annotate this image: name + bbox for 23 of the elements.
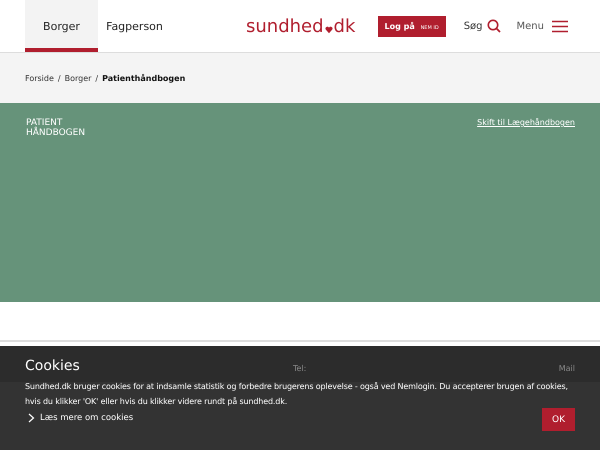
breadcrumb-link[interactable]: Patienthåndbogen: [102, 74, 186, 82]
hero-title: PATIENT: [26, 118, 62, 128]
menu-link[interactable]: Menu: [516, 20, 544, 32]
footer-label: Mail: [558, 364, 575, 372]
search-link[interactable]: Søg: [464, 20, 483, 32]
logo-text: dk: [334, 16, 356, 36]
menu-icon[interactable]: [552, 20, 568, 32]
cookie-title: Cookies: [25, 358, 80, 374]
search-icon[interactable]: [486, 19, 501, 33]
breadcrumb-link[interactable]: Borger: [64, 74, 92, 82]
breadcrumb-link[interactable]: Forside: [25, 74, 54, 82]
hero-title: HÅNDBOGEN: [26, 128, 86, 138]
chevron-right-icon: [28, 413, 35, 423]
breadcrumb-separator: /: [95, 74, 98, 82]
logo-text: sundhed: [246, 16, 324, 36]
nav-tab[interactable]: Borger: [25, 0, 98, 52]
ok-button[interactable]: OK: [542, 408, 575, 431]
heart-icon: [324, 26, 333, 34]
breadcrumb-separator: /: [58, 74, 61, 82]
nav-tab[interactable]: Fagperson: [98, 0, 171, 52]
footer-label: Tel:: [293, 364, 306, 372]
cookie-info-link[interactable]: Læs mere om cookies: [40, 413, 134, 423]
cookie-text: Sundhed.dk bruger cookies for at indsamle statistik og forbedre brugerens oplevelse - også ved Nemlogin. Du accepterer brugen af cookies, hvis du klikker 'OK' eller hvis du klikker videre rundt på sundhed.dk.: [25, 381, 569, 408]
